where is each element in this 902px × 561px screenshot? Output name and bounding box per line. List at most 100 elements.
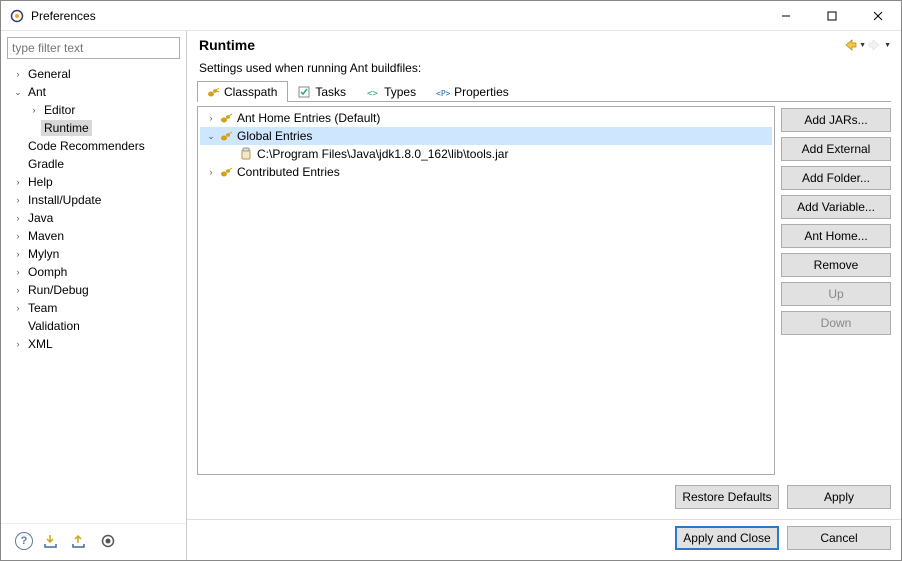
- chevron-right-icon[interactable]: ›: [11, 301, 25, 315]
- tab-label: Classpath: [224, 85, 277, 99]
- chevron-right-icon[interactable]: ›: [11, 337, 25, 351]
- close-button[interactable]: [855, 1, 901, 31]
- chevron-right-icon[interactable]: ›: [27, 103, 41, 117]
- nav-back-menu[interactable]: ▼: [859, 42, 866, 49]
- main-panel: Runtime ▼ ▼ Settings used when running A…: [187, 31, 901, 560]
- sidebar-item-xml[interactable]: ›XML: [5, 335, 186, 353]
- chevron-right-icon[interactable]: ›: [11, 247, 25, 261]
- preferences-window: Preferences ›General⌄Ant›EditorRuntimeCo…: [0, 0, 902, 561]
- category-tree[interactable]: ›General⌄Ant›EditorRuntimeCode Recommend…: [1, 65, 186, 523]
- classpath-tree[interactable]: › Ant Home Entries (Default) ⌄ Global Entri…: [197, 106, 775, 475]
- chevron-right-icon[interactable]: ›: [204, 167, 218, 177]
- tree-item-label: Ant: [25, 84, 49, 100]
- tree-item-label: Java: [25, 210, 56, 226]
- import-icon[interactable]: [43, 532, 61, 550]
- tree-item-label: Validation: [25, 318, 83, 334]
- classpath-group-icon: [218, 128, 234, 144]
- apply-and-close-button[interactable]: Apply and Close: [675, 526, 779, 550]
- classpath-item[interactable]: ⌄ Global Entries: [200, 127, 772, 145]
- classpath-item-label: Contributed Entries: [237, 165, 340, 179]
- page-description: Settings used when running Ant buildfile…: [187, 59, 901, 81]
- tree-spacer: [11, 319, 25, 333]
- chevron-right-icon[interactable]: ›: [11, 283, 25, 297]
- sidebar-item-general[interactable]: ›General: [5, 65, 186, 83]
- chevron-right-icon[interactable]: ›: [204, 113, 218, 123]
- nav-back-icon[interactable]: [843, 38, 857, 52]
- classpath-item[interactable]: › Contributed Entries: [200, 163, 772, 181]
- nav-forward-icon[interactable]: [868, 38, 882, 52]
- chevron-right-icon[interactable]: ›: [11, 193, 25, 207]
- classpath-group-icon: [218, 164, 234, 180]
- tab-properties[interactable]: <P> Properties: [427, 81, 520, 102]
- tab-tasks[interactable]: Tasks: [288, 81, 357, 102]
- tab-types[interactable]: <>Types: [357, 81, 427, 102]
- sidebar-item-validation[interactable]: Validation: [5, 317, 186, 335]
- sidebar-item-help[interactable]: ›Help: [5, 173, 186, 191]
- apply-button[interactable]: Apply: [787, 485, 891, 509]
- tab-label: Types: [384, 85, 416, 99]
- tree-item-label: Install/Update: [25, 192, 104, 208]
- tree-item-label: Mylyn: [25, 246, 62, 262]
- add-jars-button[interactable]: Add JARs...: [781, 108, 891, 132]
- classpath-item-label: Ant Home Entries (Default): [237, 111, 380, 125]
- sidebar-item-install-update[interactable]: ›Install/Update: [5, 191, 186, 209]
- page-title: Runtime: [199, 37, 843, 53]
- app-icon: [9, 8, 25, 24]
- classpath-item-label: C:\Program Files\Java\jdk1.8.0_162\lib\t…: [257, 147, 508, 161]
- nav-forward-menu[interactable]: ▼: [884, 42, 891, 49]
- chevron-right-icon[interactable]: ›: [11, 229, 25, 243]
- restore-defaults-button[interactable]: Restore Defaults: [675, 485, 779, 509]
- sidebar-item-ant[interactable]: ⌄Ant: [5, 83, 186, 101]
- tab-classpath[interactable]: Classpath: [197, 81, 288, 102]
- classpath-item[interactable]: C:\Program Files\Java\jdk1.8.0_162\lib\t…: [200, 145, 772, 163]
- chevron-right-icon[interactable]: ›: [11, 67, 25, 81]
- record-icon[interactable]: [99, 532, 117, 550]
- minimize-button[interactable]: [763, 1, 809, 31]
- classpath-item[interactable]: › Ant Home Entries (Default): [200, 109, 772, 127]
- chevron-right-icon[interactable]: ›: [11, 175, 25, 189]
- sidebar-item-gradle[interactable]: Gradle: [5, 155, 186, 173]
- tree-item-label: Code Recommenders: [25, 138, 148, 154]
- tab-icon: [297, 85, 311, 99]
- tree-item-label: General: [25, 66, 74, 82]
- down-button[interactable]: Down: [781, 311, 891, 335]
- window-title: Preferences: [31, 9, 763, 23]
- filter-input[interactable]: [7, 37, 180, 59]
- help-icon[interactable]: ?: [15, 532, 33, 550]
- tab-label: Properties: [454, 85, 509, 99]
- chevron-right-icon[interactable]: ›: [11, 265, 25, 279]
- sidebar-item-run-debug[interactable]: ›Run/Debug: [5, 281, 186, 299]
- tab-icon: <P>: [436, 85, 450, 99]
- remove-button[interactable]: Remove: [781, 253, 891, 277]
- sidebar-item-mylyn[interactable]: ›Mylyn: [5, 245, 186, 263]
- tree-item-label: Gradle: [25, 156, 67, 172]
- add-variable-button[interactable]: Add Variable...: [781, 195, 891, 219]
- classpath-group-icon: [218, 110, 234, 126]
- chevron-right-icon[interactable]: ›: [11, 211, 25, 225]
- maximize-button[interactable]: [809, 1, 855, 31]
- sidebar-item-editor[interactable]: ›Editor: [5, 101, 186, 119]
- tree-item-label: Editor: [41, 102, 78, 118]
- sidebar-item-java[interactable]: ›Java: [5, 209, 186, 227]
- add-external-jars-button[interactable]: Add External JARs...: [781, 137, 891, 161]
- classpath-item-label: Global Entries: [237, 129, 312, 143]
- chevron-down-icon[interactable]: ⌄: [204, 131, 218, 142]
- sidebar-item-team[interactable]: ›Team: [5, 299, 186, 317]
- export-icon[interactable]: [71, 532, 89, 550]
- sidebar-item-oomph[interactable]: ›Oomph: [5, 263, 186, 281]
- cancel-button[interactable]: Cancel: [787, 526, 891, 550]
- sidebar-item-maven[interactable]: ›Maven: [5, 227, 186, 245]
- chevron-down-icon[interactable]: ⌄: [11, 85, 25, 99]
- ant-home-button[interactable]: Ant Home...: [781, 224, 891, 248]
- tree-item-label: Help: [25, 174, 56, 190]
- sidebar-item-code-recommenders[interactable]: Code Recommenders: [5, 137, 186, 155]
- add-folder-button[interactable]: Add Folder...: [781, 166, 891, 190]
- tree-item-label: XML: [25, 336, 56, 352]
- up-button[interactable]: Up: [781, 282, 891, 306]
- tree-spacer: [27, 121, 41, 135]
- sidebar-item-runtime[interactable]: Runtime: [5, 119, 186, 137]
- tree-item-label: Runtime: [41, 120, 92, 136]
- tree-item-label: Team: [25, 300, 60, 316]
- jar-icon: [238, 146, 254, 162]
- tree-spacer: [11, 157, 25, 171]
